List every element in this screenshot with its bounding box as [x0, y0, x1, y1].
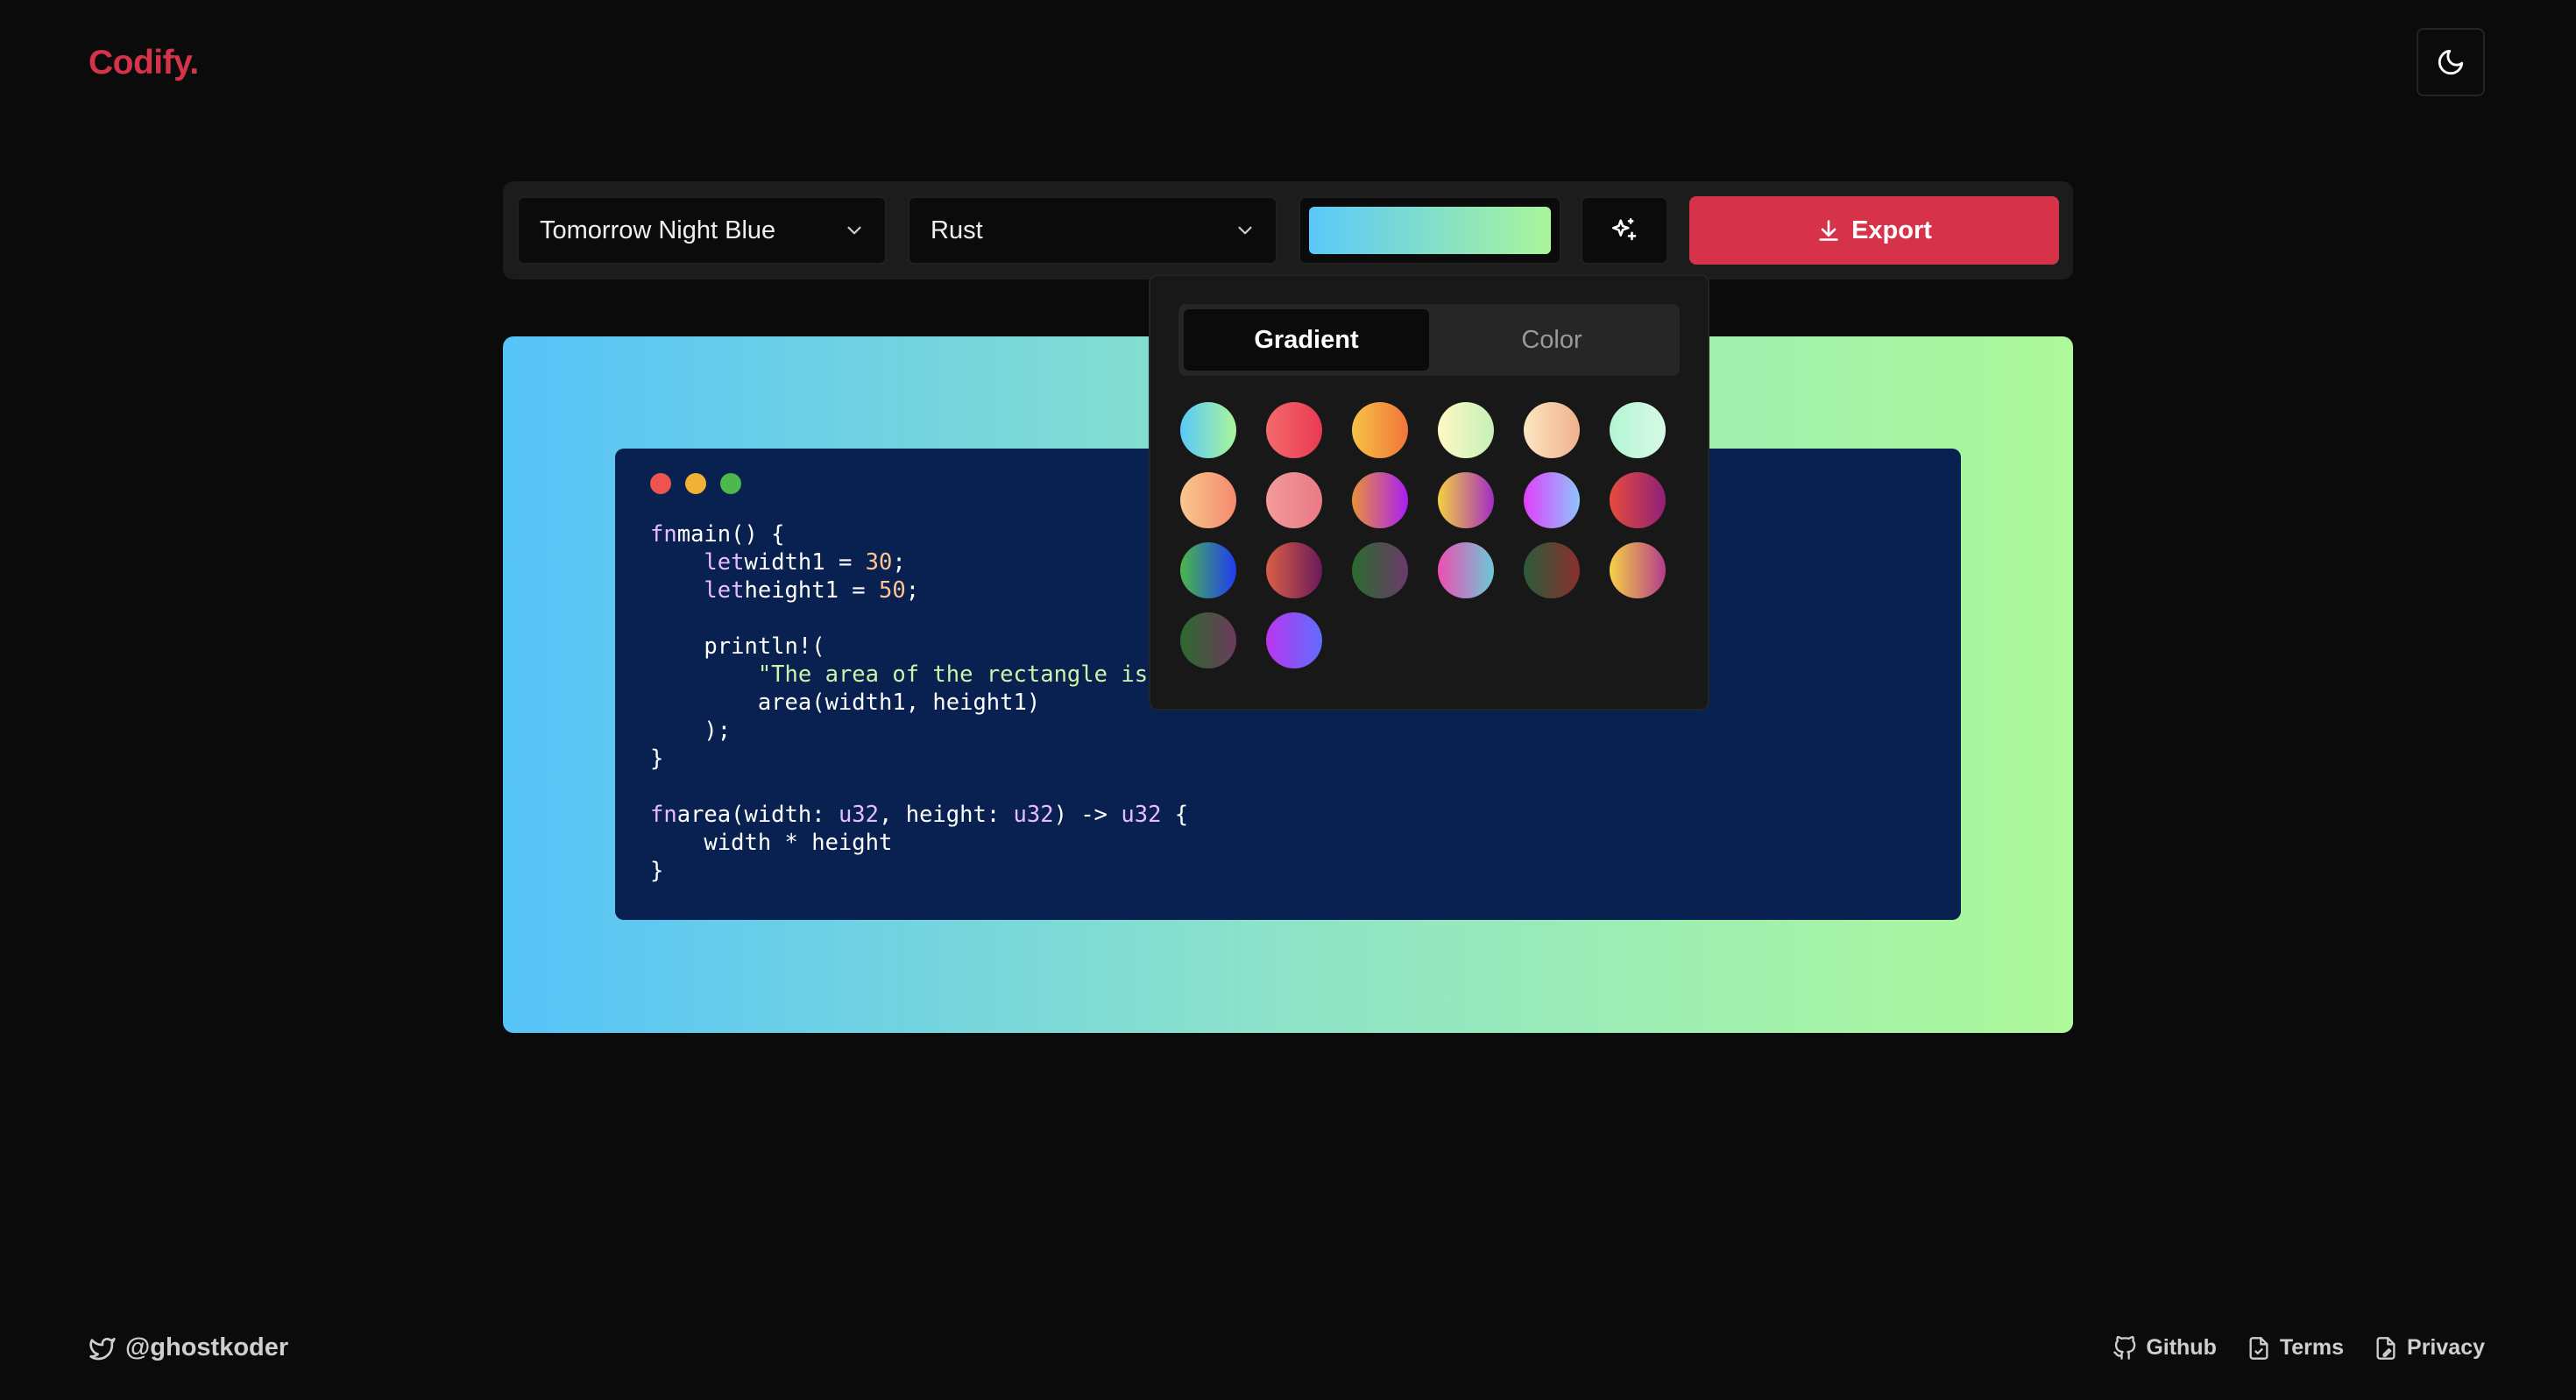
- code-line: );: [650, 718, 732, 744]
- gradient-swatch[interactable]: [1180, 402, 1236, 458]
- github-link[interactable]: Github: [2112, 1335, 2217, 1361]
- code-line: letheight1 = 50;: [704, 577, 920, 604]
- sparkles-icon: [1611, 217, 1637, 241]
- export-button[interactable]: Export: [1689, 196, 2059, 265]
- gradient-swatch[interactable]: [1438, 542, 1494, 598]
- toolbar: Tomorrow Night Blue Rust Export: [503, 181, 2073, 279]
- maximize-dot: [720, 473, 741, 494]
- logo[interactable]: Codify.: [88, 44, 199, 82]
- gradient-swatch[interactable]: [1266, 542, 1322, 598]
- code-line: fnmain() {: [650, 521, 785, 548]
- github-icon: [2113, 1335, 2136, 1360]
- background-popover: Gradient Color: [1149, 274, 1709, 711]
- gradient-swatch[interactable]: [1180, 542, 1236, 598]
- language-select[interactable]: Rust: [908, 196, 1277, 265]
- twitter-handle: @ghostkoder: [125, 1333, 289, 1361]
- code-line: fnarea(width: u32, height: u32) -> u32 {: [650, 802, 1189, 828]
- tab-gradient[interactable]: Gradient: [1184, 309, 1429, 371]
- theme-select[interactable]: Tomorrow Night Blue: [517, 196, 887, 265]
- code-line: }: [650, 746, 664, 772]
- gradient-swatch[interactable]: [1524, 472, 1580, 528]
- gradient-swatch[interactable]: [1524, 542, 1580, 598]
- gradient-swatch[interactable]: [1266, 402, 1322, 458]
- export-label: Export: [1851, 216, 1932, 244]
- gradient-swatch[interactable]: [1266, 472, 1322, 528]
- twitter-icon: [89, 1337, 116, 1360]
- code-line: println!(: [650, 633, 825, 660]
- gradient-swatch[interactable]: [1352, 402, 1408, 458]
- terms-label: Terms: [2279, 1335, 2345, 1360]
- gradient-swatch[interactable]: [1180, 472, 1236, 528]
- terms-link[interactable]: Terms: [2247, 1335, 2344, 1361]
- privacy-link[interactable]: Privacy: [2374, 1335, 2485, 1361]
- gradient-swatch[interactable]: [1610, 542, 1666, 598]
- gradient-swatch[interactable]: [1352, 542, 1408, 598]
- chevron-down-icon: [1238, 226, 1252, 235]
- footer-links: Github Terms Privacy: [2112, 1335, 2485, 1361]
- theme-toggle-button[interactable]: [2417, 28, 2485, 96]
- close-dot: [650, 473, 671, 494]
- gradient-swatch-grid: [1178, 402, 1680, 668]
- privacy-label: Privacy: [2407, 1335, 2485, 1360]
- minimize-dot: [685, 473, 706, 494]
- gradient-swatch[interactable]: [1438, 402, 1494, 458]
- document-icon: [2249, 1336, 2268, 1360]
- download-icon: [1819, 220, 1838, 241]
- code-line: width * height: [650, 830, 893, 856]
- chevron-down-icon: [847, 226, 861, 235]
- background-tabs: Gradient Color: [1178, 304, 1680, 376]
- language-select-value: Rust: [931, 216, 983, 244]
- background-picker-button[interactable]: [1299, 196, 1561, 265]
- random-theme-button[interactable]: [1581, 196, 1668, 265]
- gradient-swatch[interactable]: [1524, 402, 1580, 458]
- code-line: letwidth1 = 30;: [704, 549, 906, 576]
- gradient-swatch[interactable]: [1610, 402, 1666, 458]
- github-label: Github: [2146, 1335, 2217, 1360]
- code-line: area(width1, height1): [650, 689, 1041, 716]
- gradient-swatch[interactable]: [1180, 612, 1236, 668]
- twitter-handle-link[interactable]: @ghostkoder: [88, 1333, 288, 1362]
- gradient-swatch[interactable]: [1352, 472, 1408, 528]
- code-line: }: [650, 858, 664, 884]
- moon-icon: [2438, 49, 2464, 75]
- gradient-swatch[interactable]: [1610, 472, 1666, 528]
- document-edit-icon: [2376, 1336, 2396, 1360]
- gradient-swatch[interactable]: [1438, 472, 1494, 528]
- gradient-swatch[interactable]: [1266, 612, 1322, 668]
- background-preview-swatch: [1309, 207, 1551, 254]
- theme-select-value: Tomorrow Night Blue: [540, 216, 776, 244]
- tab-color[interactable]: Color: [1429, 309, 1674, 371]
